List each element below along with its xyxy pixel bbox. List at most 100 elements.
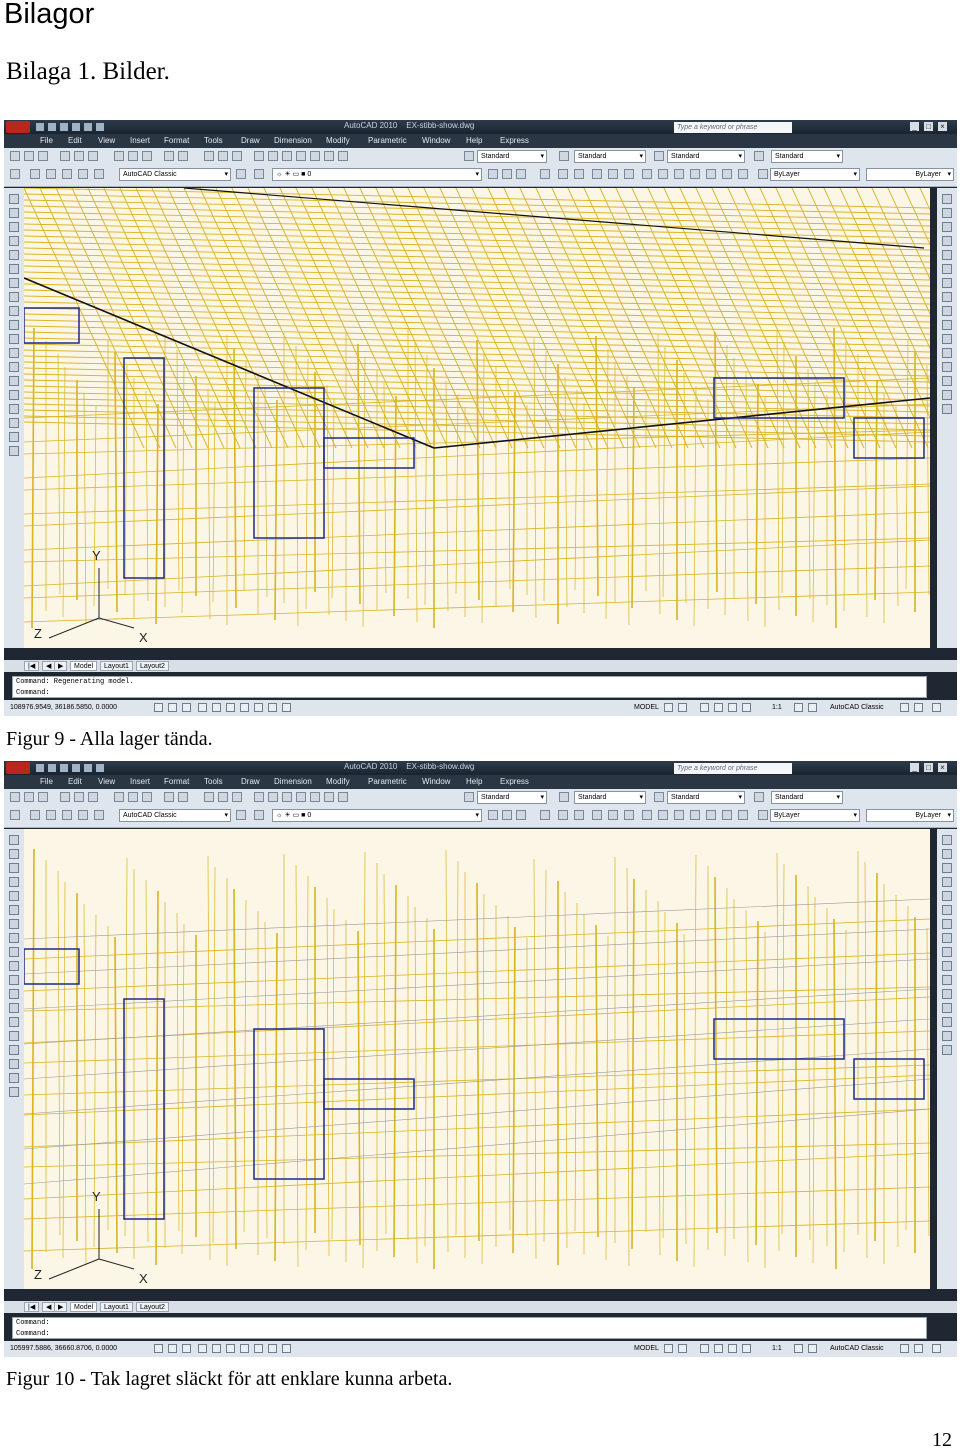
- workspace-select[interactable]: AutoCAD Classic: [119, 809, 231, 822]
- auto-scale-icon[interactable]: [808, 703, 817, 712]
- hatch-icon[interactable]: [9, 1031, 19, 1041]
- hatch-icon[interactable]: [9, 390, 19, 400]
- line-icon[interactable]: [9, 194, 19, 204]
- search-input[interactable]: Type a keyword or phrase: [674, 122, 792, 133]
- settings-icon[interactable]: [236, 169, 246, 179]
- stretch-icon[interactable]: [942, 947, 952, 957]
- menu-view[interactable]: View: [98, 777, 115, 786]
- visual-style-icon[interactable]: [94, 810, 104, 820]
- ucs-object-icon[interactable]: [608, 810, 618, 820]
- open-icon[interactable]: [24, 792, 34, 802]
- scale-icon[interactable]: [942, 292, 952, 302]
- ucs-object-icon[interactable]: [608, 169, 618, 179]
- help-icon[interactable]: [338, 792, 348, 802]
- redo-icon[interactable]: [84, 764, 92, 772]
- tab-layout1[interactable]: Layout1: [100, 661, 133, 671]
- clean-screen-icon[interactable]: [914, 1344, 923, 1353]
- layer-manager-icon[interactable]: [254, 810, 264, 820]
- steering-wheel-icon[interactable]: [728, 1344, 737, 1353]
- pan-status-icon[interactable]: [700, 1344, 709, 1353]
- rotate-icon[interactable]: [942, 919, 952, 929]
- pan-icon[interactable]: [204, 792, 214, 802]
- lock-icon[interactable]: [900, 1344, 909, 1353]
- table-icon[interactable]: [9, 1073, 19, 1083]
- help-icon[interactable]: [338, 151, 348, 161]
- quick-view-drawings-icon[interactable]: [678, 703, 687, 712]
- annotation-scale[interactable]: 1:1: [772, 704, 782, 711]
- clean-screen-icon[interactable]: [914, 703, 923, 712]
- undo-icon[interactable]: [164, 792, 174, 802]
- zoom-icon[interactable]: [218, 792, 228, 802]
- menu-window[interactable]: Window: [422, 777, 450, 786]
- color-select[interactable]: ByLayer: [770, 168, 860, 181]
- offset-icon[interactable]: [942, 236, 952, 246]
- circle-icon[interactable]: [9, 278, 19, 288]
- pan-status-icon[interactable]: [700, 703, 709, 712]
- plot-icon[interactable]: [96, 123, 104, 131]
- layer-manager-icon[interactable]: [254, 169, 264, 179]
- ellipse-arc-icon[interactable]: [9, 334, 19, 344]
- menu-modify[interactable]: Modify: [326, 777, 350, 786]
- workspace-select[interactable]: AutoCAD Classic: [119, 168, 231, 181]
- annotation-scale[interactable]: 1:1: [772, 1345, 782, 1352]
- cut-icon[interactable]: [114, 151, 124, 161]
- ucs-world-icon[interactable]: [558, 810, 568, 820]
- copy-object-icon[interactable]: [942, 208, 952, 218]
- zoom-window-icon[interactable]: [232, 151, 242, 161]
- menu-help[interactable]: Help: [466, 777, 482, 786]
- command-prompt[interactable]: Command:: [16, 688, 926, 699]
- maximize-button[interactable]: □: [924, 122, 933, 131]
- render-icon[interactable]: [78, 810, 88, 820]
- undo-icon[interactable]: [164, 151, 174, 161]
- dim-style-select[interactable]: Standard: [574, 791, 646, 804]
- mleader-style-select[interactable]: Standard: [771, 791, 843, 804]
- new-icon[interactable]: [36, 123, 44, 131]
- ucs-zaxis-icon[interactable]: [722, 810, 732, 820]
- copy-object-icon[interactable]: [942, 849, 952, 859]
- sheet-set-icon[interactable]: [296, 792, 306, 802]
- nav-next-icon[interactable]: ▶: [54, 661, 68, 671]
- insert-block-icon[interactable]: [9, 348, 19, 358]
- tool-palettes-icon[interactable]: [282, 151, 292, 161]
- steering-wheel-icon[interactable]: [728, 703, 737, 712]
- ucs-icon[interactable]: [540, 810, 550, 820]
- menu-draw[interactable]: Draw: [241, 777, 260, 786]
- design-center-icon[interactable]: [268, 792, 278, 802]
- otrack-icon[interactable]: [240, 703, 249, 712]
- copy-icon[interactable]: [128, 151, 138, 161]
- new-icon[interactable]: [36, 764, 44, 772]
- workspace-switch[interactable]: AutoCAD Classic: [830, 1345, 884, 1352]
- lineweight-icon[interactable]: [282, 1344, 291, 1353]
- menu-express[interactable]: Express: [500, 136, 529, 145]
- quick-view-icon[interactable]: [664, 703, 673, 712]
- application-menu-button[interactable]: [6, 762, 30, 774]
- join-icon[interactable]: [942, 362, 952, 372]
- fillet-icon[interactable]: [942, 390, 952, 400]
- ucs-y-icon[interactable]: [706, 810, 716, 820]
- ucs-world-icon[interactable]: [558, 169, 568, 179]
- toolbar-lock-icon[interactable]: [932, 1344, 941, 1353]
- move-icon[interactable]: [942, 905, 952, 915]
- markup-icon[interactable]: [310, 792, 320, 802]
- color-select[interactable]: ByLayer: [770, 809, 860, 822]
- grid-icon[interactable]: [168, 703, 177, 712]
- linetype-select[interactable]: ByLayer: [866, 168, 954, 181]
- ucs-view-icon[interactable]: [624, 810, 634, 820]
- command-line[interactable]: Command: Command:: [12, 1317, 927, 1339]
- close-button[interactable]: ×: [938, 122, 947, 131]
- ellipse-icon[interactable]: [9, 320, 19, 330]
- chamfer-icon[interactable]: [942, 1017, 952, 1027]
- zoom-status-icon[interactable]: [714, 1344, 723, 1353]
- rotate-icon[interactable]: [942, 278, 952, 288]
- nav-first-icon[interactable]: |◀: [24, 661, 40, 671]
- quick-view-drawings-icon[interactable]: [678, 1344, 687, 1353]
- menu-format[interactable]: Format: [164, 136, 189, 145]
- quickcalc-icon[interactable]: [324, 792, 334, 802]
- render-icon[interactable]: [78, 169, 88, 179]
- open-icon[interactable]: [48, 764, 56, 772]
- copy-icon[interactable]: [128, 792, 138, 802]
- erase-icon[interactable]: [942, 194, 952, 204]
- tab-model[interactable]: Model: [70, 1302, 98, 1312]
- properties-icon[interactable]: [254, 151, 264, 161]
- text-style-select[interactable]: Standard: [477, 150, 547, 163]
